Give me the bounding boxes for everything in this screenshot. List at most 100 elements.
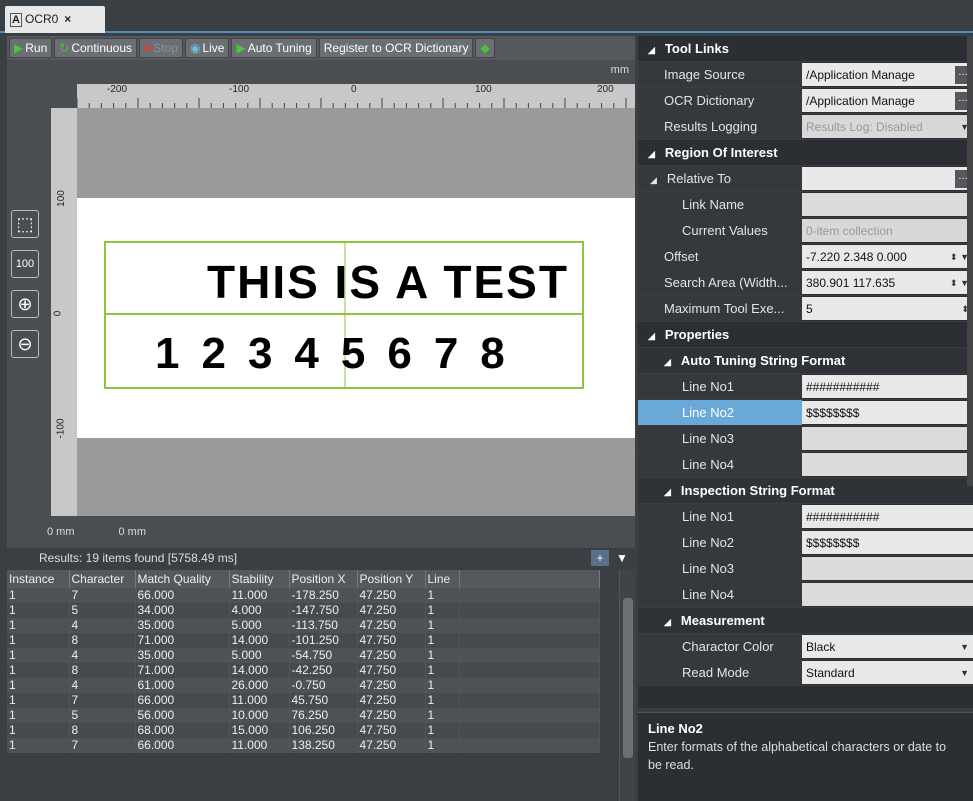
table-row[interactable]: 1 4 35.000 5.000 -113.750 47.250 1 (7, 618, 600, 633)
inspection-image[interactable]: THIS IS A TEST 12345678 (77, 108, 635, 516)
image-content: THIS IS A TEST 12345678 (77, 198, 635, 438)
auto-tuning-button[interactable]: ▶ Auto Tuning (231, 38, 317, 58)
table-cell: 71.000 (135, 633, 230, 648)
help-box: Line No2 Enter formats of the alphabetic… (638, 712, 973, 801)
section-roi[interactable]: ◢ Region Of Interest (638, 140, 973, 166)
table-row[interactable]: 1 8 71.000 14.000 -42.250 47.750 1 (7, 663, 600, 678)
results-summary: Results: 19 items found [5758.49 ms] (39, 551, 238, 565)
table-cell: 1 (7, 738, 70, 753)
table-cell: 11.000 (229, 693, 290, 708)
toolbar: ▶ Run ↻ Continuous ■ Stop ◉ Live ▶ Auto Tunin… (7, 36, 635, 60)
loop-icon: ↻ (59, 41, 70, 55)
table-cell: 66.000 (135, 588, 230, 603)
table-cell: 47.250 (357, 708, 426, 723)
table-cell: 47.750 (357, 663, 426, 678)
table-cell: 34.000 (135, 603, 230, 618)
table-row[interactable]: 1 8 68.000 15.000 106.250 47.750 1 (7, 723, 600, 738)
table-cell: 5.000 (229, 618, 290, 633)
prop-at-line2: Line No2 $$$$$$$$ (638, 400, 973, 426)
tab-ocr0[interactable]: A OCR0 × (5, 6, 105, 33)
section-auto-tuning-format[interactable]: ◢ Auto Tuning String Format (638, 348, 973, 374)
column-header[interactable]: Instance (7, 570, 70, 588)
table-cell: 1 (7, 588, 70, 603)
run-button[interactable]: ▶ Run (9, 38, 53, 58)
table-cell: 1 (425, 618, 460, 633)
table-cell: 1 (7, 678, 70, 693)
table-cell: 138.250 (289, 738, 358, 753)
collapse-icon: ◢ (648, 331, 655, 341)
section-inspection-format[interactable]: ◢ Inspection String Format (638, 478, 973, 504)
collapse-icon: ◢ (664, 617, 671, 627)
image-canvas[interactable]: mm -200 -100 0 100 200 100 0 -100 THIS I… (7, 60, 635, 548)
column-header[interactable]: Line (425, 570, 460, 588)
collapse-icon: ◢ (648, 45, 655, 55)
column-header[interactable]: Stability (229, 570, 290, 588)
add-icon[interactable]: + (591, 550, 609, 566)
table-cell: 1 (425, 633, 460, 648)
prop-at-line4: Line No4 (638, 452, 973, 478)
prop-at-line1: Line No1 ########### (638, 374, 973, 400)
chevron-down-icon: ▼ (960, 668, 969, 678)
table-cell: 47.750 (357, 723, 426, 738)
table-row[interactable]: 1 4 61.000 26.000 -0.750 47.250 1 (7, 678, 600, 693)
continuous-button[interactable]: ↻ Continuous (54, 38, 138, 58)
section-tool-links[interactable]: ◢ Tool Links (638, 36, 973, 62)
dropdown-icon[interactable]: ▼ (613, 550, 631, 566)
table-cell: 8 (69, 723, 136, 738)
table-cell: 1 (7, 693, 70, 708)
table-row[interactable]: 1 5 34.000 4.000 -147.750 47.250 1 (7, 603, 600, 618)
collapse-icon: ◢ (664, 487, 671, 497)
prop-search-area: Search Area (Width... 380.901 117.635 ⬍ ▼ (638, 270, 973, 296)
table-row[interactable]: 1 5 56.000 10.000 76.250 47.250 1 (7, 708, 600, 723)
book-icon: ◆ (480, 41, 490, 55)
help-title: Line No2 (648, 721, 703, 736)
table-cell: -0.750 (289, 678, 358, 693)
table-cell: 5.000 (229, 648, 290, 663)
table-cell: 5 (69, 603, 136, 618)
table-cell: 7 (69, 693, 136, 708)
collapse-icon: ◢ (648, 149, 655, 159)
camera-icon: ◉ (189, 41, 201, 55)
table-row[interactable]: 1 7 66.000 11.000 -178.250 47.250 1 (7, 588, 600, 603)
chevron-down-icon: ▼ (960, 642, 969, 652)
zoom-out-icon[interactable]: ⊖ (11, 330, 39, 358)
prop-ocr-dictionary: OCR Dictionary/Application Manage… (638, 88, 973, 114)
play-icon: ▶ (236, 41, 246, 55)
table-cell: 35.000 (135, 618, 230, 633)
section-measurement[interactable]: ◢ Measurement (638, 608, 973, 634)
section-properties[interactable]: ◢ Properties (638, 322, 973, 348)
column-header[interactable]: Character (69, 570, 136, 588)
table-row[interactable]: 1 8 71.000 14.000 -101.250 47.750 1 (7, 633, 600, 648)
live-button[interactable]: ◉ Live (184, 38, 230, 58)
table-cell: 4 (69, 678, 136, 693)
stop-button[interactable]: ■ Stop (139, 38, 183, 58)
dictionary-icon-button[interactable]: ◆ (475, 38, 495, 58)
table-cell: 4.000 (229, 603, 290, 618)
table-cell: 10.000 (229, 708, 290, 723)
column-header[interactable]: Match Quality (135, 570, 230, 588)
collapse-icon: ◢ (650, 175, 657, 185)
table-scrollbar[interactable] (619, 570, 635, 801)
document-tab-bar: A OCR0 × (0, 0, 973, 33)
close-icon[interactable]: × (64, 12, 71, 26)
table-row[interactable]: 1 7 66.000 11.000 45.750 47.250 1 (7, 693, 600, 708)
scroll-thumb[interactable] (623, 598, 633, 758)
fit-view-icon[interactable]: ⬚ (11, 210, 39, 238)
table-cell: 1 (425, 588, 460, 603)
table-cell: 71.000 (135, 663, 230, 678)
column-header[interactable]: Position Y (357, 570, 426, 588)
prop-in-line4: Line No4 (638, 582, 973, 608)
table-cell: 8 (69, 663, 136, 678)
panel-scrollbar[interactable] (967, 36, 973, 486)
table-row[interactable]: 1 4 35.000 5.000 -54.750 47.250 1 (7, 648, 600, 663)
zoom-in-icon[interactable]: ⊕ (11, 290, 39, 318)
table-cell: -54.750 (289, 648, 358, 663)
column-header[interactable]: Position X (289, 570, 358, 588)
table-cell: 1 (425, 723, 460, 738)
prop-image-source: Image Source/Application Manage… (638, 62, 973, 88)
zoom-100-icon[interactable]: 100 (11, 250, 39, 278)
prop-link-name: Link Name (638, 192, 973, 218)
register-ocr-dictionary-button[interactable]: Register to OCR Dictionary (318, 38, 474, 58)
table-cell: 15.000 (229, 723, 290, 738)
table-row[interactable]: 1 7 66.000 11.000 138.250 47.250 1 (7, 738, 600, 753)
